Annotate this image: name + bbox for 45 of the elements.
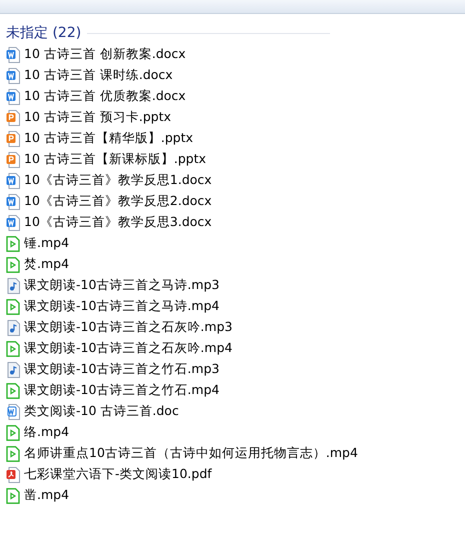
file-name[interactable]: 10《古诗三首》教学反思2.docx [24,193,212,210]
file-name[interactable]: 课文朗读-10古诗三首之石灰吟.mp4 [24,340,232,357]
file-name[interactable]: 锤.mp4 [24,235,70,252]
file-name[interactable]: 七彩课堂六语下-类文阅读10.pdf [24,466,212,483]
presentation-icon [6,130,20,146]
file-name[interactable]: 课文朗读-10古诗三首之马诗.mp3 [24,277,220,294]
play-file-icon [6,256,20,272]
file-name[interactable]: 课文朗读-10古诗三首之马诗.mp4 [24,298,220,315]
file-name[interactable]: 络.mp4 [24,424,70,441]
presentation-icon [6,110,20,126]
play-file-icon [6,488,20,504]
file-name[interactable]: 课文朗读-10古诗三首之石灰吟.mp3 [24,319,232,336]
play-file-icon [6,446,20,462]
play-file-icon [6,382,20,398]
file-name[interactable]: 10 古诗三首 预习卡.pptx [24,109,171,126]
audio-file-icon [6,278,20,294]
play-file-icon [6,424,20,440]
file-name[interactable]: 10《古诗三首》教学反思1.docx [24,172,212,189]
word-document-icon [6,194,20,210]
audio-file-icon [6,320,20,336]
word-document-icon [6,46,20,62]
word-document-icon [6,404,20,420]
file-name[interactable]: 焚.mp4 [24,256,70,273]
group-title: 未指定 (22) [6,24,82,42]
audio-file-icon [6,362,20,378]
file-name[interactable]: 10 古诗三首【新课标版】.pptx [24,151,206,168]
file-name[interactable]: 凿.mp4 [24,487,70,504]
file-name[interactable]: 10 古诗三首【精华版】.pptx [24,130,194,147]
file-name[interactable]: 课文朗读-10古诗三首之竹石.mp4 [24,382,220,399]
file-name[interactable]: 10 古诗三首 课时练.docx [24,67,173,84]
word-document-icon [6,172,20,188]
file-name[interactable]: 10 古诗三首 创新教案.docx [24,46,186,63]
play-file-icon [6,236,20,252]
word-document-icon [6,88,20,104]
pdf-icon [6,466,20,482]
file-name[interactable]: 类文阅读-10 古诗三首.doc [24,403,179,420]
file-name[interactable]: 10 古诗三首 优质教案.docx [24,88,186,105]
play-file-icon [6,298,20,314]
file-name[interactable]: 课文朗读-10古诗三首之竹石.mp3 [24,361,220,378]
presentation-icon [6,152,20,168]
file-name[interactable]: 10《古诗三首》教学反思3.docx [24,214,212,231]
file-name[interactable]: 名师讲重点10古诗三首（古诗中如何运用托物言志）.mp4 [24,445,358,462]
play-file-icon [6,340,20,356]
word-document-icon [6,214,20,230]
word-document-icon [6,68,20,84]
